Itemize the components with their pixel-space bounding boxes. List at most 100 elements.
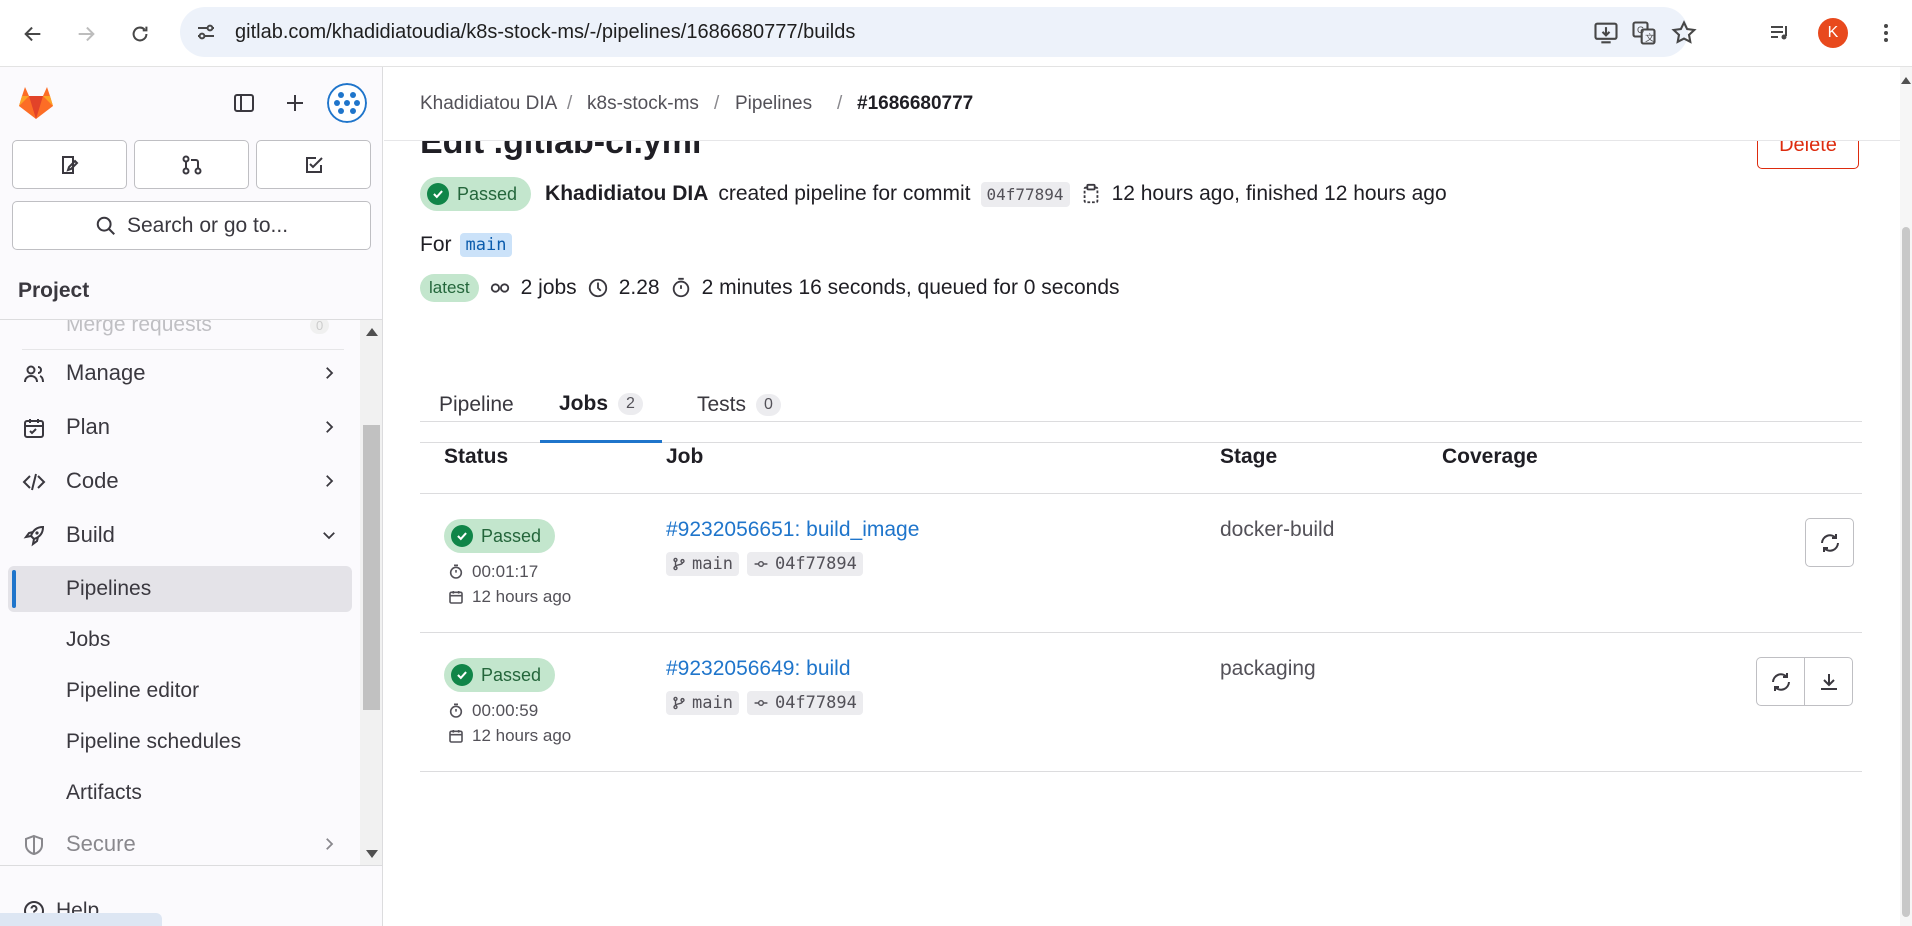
sidebar-item-plan[interactable]: Plan	[8, 404, 352, 450]
tab-label: Tests	[697, 393, 747, 416]
for-label: For	[420, 233, 452, 256]
created-text: created pipeline for commit	[718, 182, 971, 205]
create-new-button[interactable]	[279, 87, 311, 119]
status-link-tooltip	[0, 913, 162, 926]
finished-value: 12 hours ago	[472, 726, 572, 745]
column-header-status: Status	[444, 445, 509, 468]
commit-chip[interactable]: 04f77894	[746, 691, 863, 715]
status-label: Passed	[481, 664, 542, 685]
chevron-down-icon	[323, 532, 335, 540]
job-link[interactable]: #9232056651: build_image	[666, 518, 919, 542]
commit-sha[interactable]: 04f77894	[980, 181, 1070, 207]
table-row: Passed 00:00:59 12 hours ago #9232056649…	[420, 633, 1862, 772]
branch-name: main	[692, 693, 733, 713]
scroll-down-arrow-icon[interactable]	[366, 850, 378, 858]
tab-count: 0	[756, 394, 781, 416]
scroll-up-arrow-icon[interactable]	[1901, 77, 1911, 84]
breadcrumb-item[interactable]: Pipelines	[735, 93, 812, 115]
duration-value: 00:00:59	[472, 701, 539, 720]
sidebar-item-build[interactable]: Build	[8, 512, 352, 558]
sidebar-item-label: Build	[66, 522, 115, 547]
user-avatar[interactable]	[327, 83, 367, 123]
retry-icon	[1820, 533, 1839, 552]
rocket-icon	[23, 525, 45, 547]
tab-label: Jobs	[559, 391, 609, 415]
download-artifacts-button[interactable]	[1804, 657, 1853, 706]
commit-sha: 04f77894	[774, 693, 857, 713]
commit-sha: 04f77894	[774, 554, 857, 574]
sidebar-item-jobs[interactable]: Jobs	[8, 617, 352, 663]
merge-requests-button[interactable]	[134, 140, 249, 189]
calendar-icon	[449, 730, 463, 743]
merge-request-icon	[182, 155, 201, 174]
sidebar-footer-divider	[0, 865, 382, 866]
job-duration: 00:00:59	[448, 701, 538, 721]
status-badge[interactable]: Passed	[444, 519, 556, 553]
gitlab-logo-icon[interactable]	[16, 83, 56, 123]
branch-link[interactable]: main	[459, 233, 513, 257]
back-button[interactable]	[15, 16, 51, 52]
timer-icon	[449, 564, 463, 579]
sidebar-item-label: Plan	[66, 414, 111, 439]
url-text[interactable]: gitlab.com/khadidiatoudia/k8s-stock-ms/-…	[235, 21, 855, 44]
sidebar-item-label: Pipeline schedules	[66, 730, 242, 753]
assigned-issues-button[interactable]	[12, 140, 127, 189]
commit-icon	[754, 699, 768, 707]
scroll-up-arrow-icon[interactable]	[366, 328, 378, 336]
sidebar-scroll-thumb[interactable]	[363, 425, 380, 710]
commit-chip[interactable]: 04f77894	[746, 552, 863, 576]
status-badge[interactable]: Passed	[420, 177, 532, 211]
latest-badge: latest	[420, 274, 479, 302]
forward-button[interactable]	[68, 16, 104, 52]
search-icon	[96, 216, 115, 235]
retry-button[interactable]	[1805, 518, 1854, 567]
toggle-sidebar-button[interactable]	[228, 87, 260, 119]
sidebar-item-pipeline-schedules[interactable]: Pipeline schedules	[8, 719, 352, 765]
site-settings-icon[interactable]	[194, 20, 218, 44]
breadcrumb-current[interactable]: #1686680777	[857, 93, 973, 115]
sidebar-item-pipelines[interactable]: Pipelines	[8, 566, 352, 612]
search-button[interactable]: Search or go to...	[12, 201, 371, 250]
plus-icon	[287, 95, 303, 111]
retry-button[interactable]	[1756, 657, 1805, 706]
status-badge[interactable]: Passed	[444, 658, 556, 692]
sidebar-item-artifacts[interactable]: Artifacts	[8, 770, 352, 816]
sidebar-item-manage[interactable]: Manage	[8, 350, 352, 396]
sidebar-scrollbar[interactable]	[360, 320, 382, 865]
table-row: Passed 00:01:17 12 hours ago #9232056651…	[420, 494, 1862, 633]
column-header-coverage: Coverage	[1442, 445, 1538, 468]
check-circle-icon	[451, 664, 473, 686]
users-icon	[24, 365, 44, 383]
finished-value: 12 hours ago	[472, 587, 572, 606]
check-circle-icon	[451, 525, 473, 547]
author-link[interactable]: Khadidiatou DIA	[545, 182, 708, 206]
branch-chip[interactable]: main	[666, 552, 739, 576]
sidebar-item-label: Artifacts	[66, 781, 142, 804]
calendar-icon	[449, 591, 463, 604]
sidebar-item-code[interactable]: Code	[8, 458, 352, 504]
todo-checkbox-icon	[305, 156, 323, 173]
address-bar[interactable]: gitlab.com/khadidiatoudia/k8s-stock-ms/-…	[180, 7, 1697, 57]
page-scroll-thumb[interactable]	[1902, 227, 1910, 917]
breadcrumb-item[interactable]: Khadidiatou DIA	[420, 93, 557, 115]
browser-menu-button[interactable]	[1870, 17, 1902, 49]
bookmark-star-icon[interactable]	[1670, 19, 1698, 47]
media-controls-button[interactable]	[1764, 17, 1796, 49]
sidebar-item-secure[interactable]: Secure	[8, 821, 352, 865]
breadcrumb-item[interactable]: k8s-stock-ms	[587, 93, 699, 115]
job-refs: main 04f77894	[666, 691, 863, 715]
profile-avatar[interactable]: K	[1818, 18, 1848, 48]
translate-icon[interactable]: G文	[1630, 19, 1658, 47]
sidebar-item-merge-requests[interactable]: Merge requests	[66, 320, 212, 337]
install-app-icon[interactable]	[1592, 19, 1620, 47]
page-scrollbar[interactable]	[1900, 67, 1912, 926]
jobs-count: 2 jobs	[520, 276, 577, 299]
tab-count: 2	[618, 392, 643, 415]
sidebar-item-pipeline-editor[interactable]: Pipeline editor	[8, 668, 352, 714]
copy-clipboard-icon[interactable]	[1080, 183, 1102, 205]
sidebar-item-label: Secure	[66, 831, 136, 856]
todo-list-button[interactable]	[256, 140, 371, 189]
branch-chip[interactable]: main	[666, 691, 739, 715]
job-link[interactable]: #9232056649: build	[666, 657, 851, 681]
reload-button[interactable]	[122, 16, 158, 52]
